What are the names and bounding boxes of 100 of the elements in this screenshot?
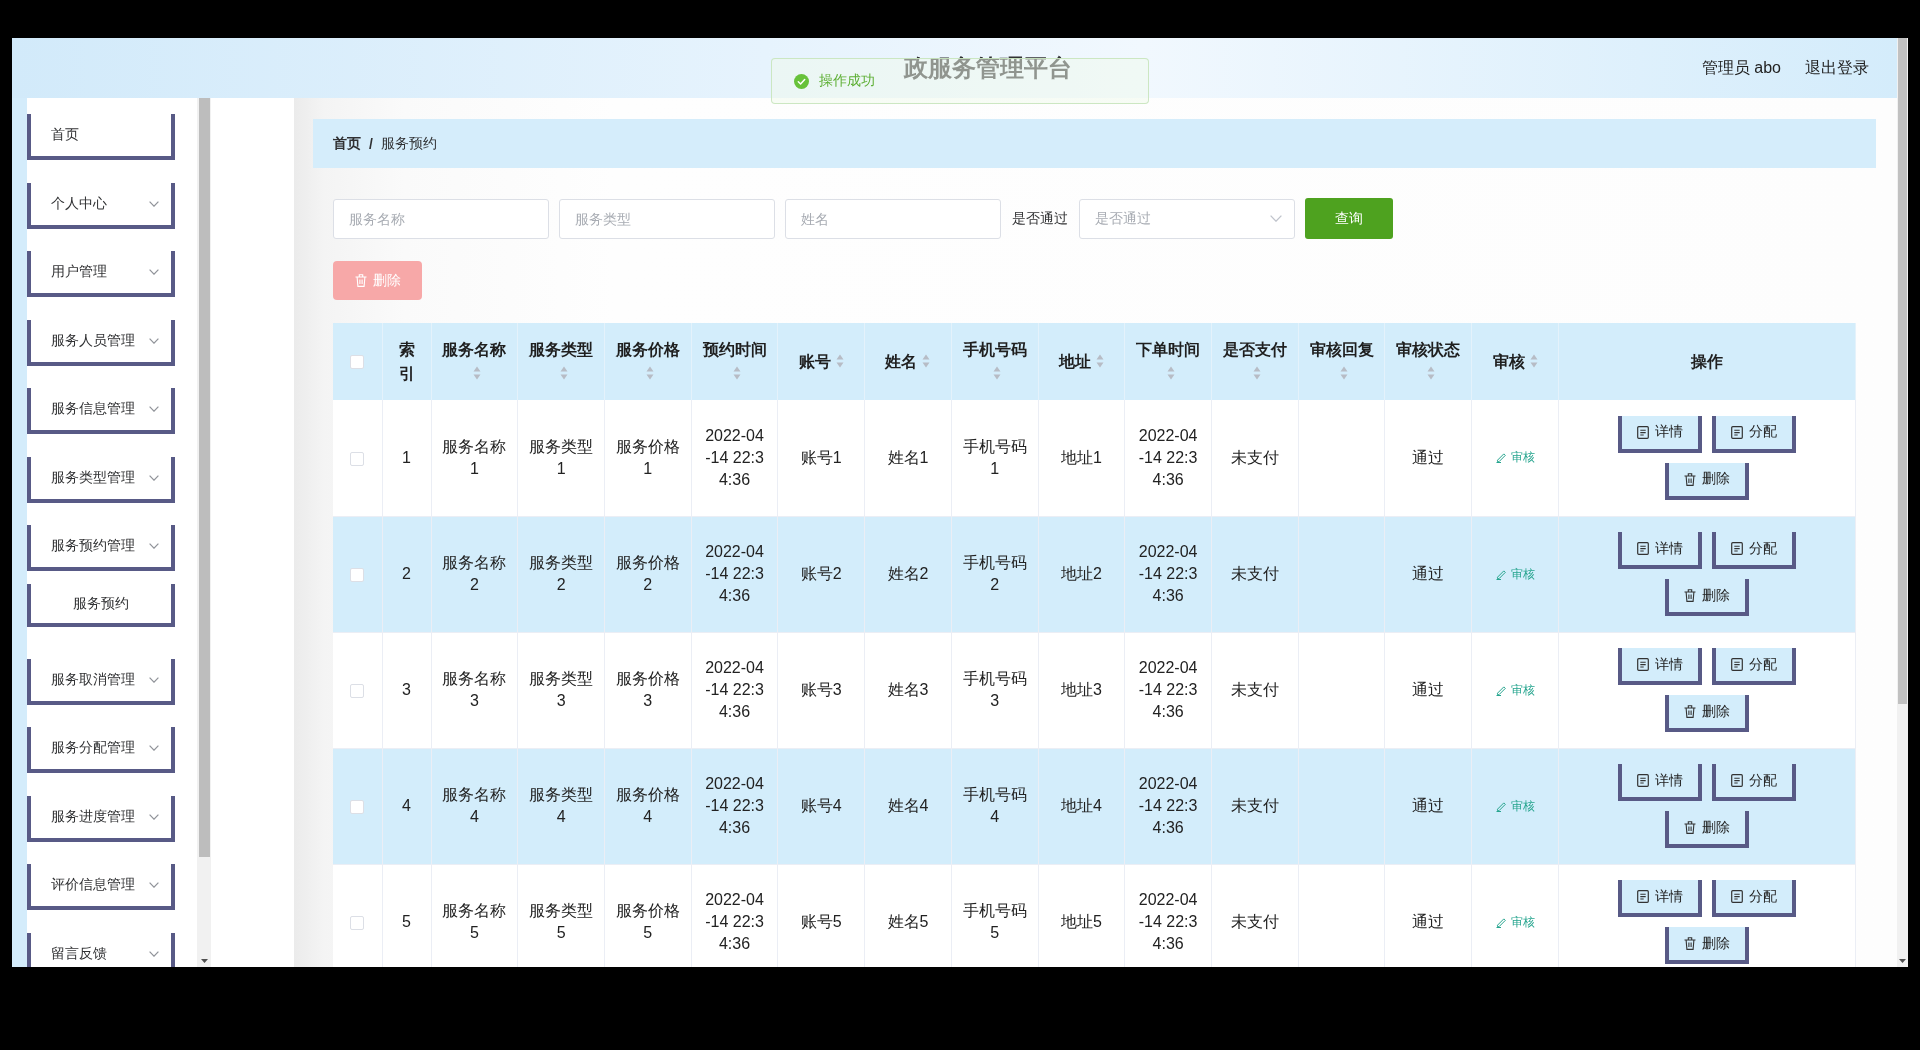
sort-icon[interactable] [559,365,568,380]
table-cell: 2022-04-14 22:34:36 [691,632,778,748]
sort-icon[interactable] [1529,353,1538,368]
trash-icon [1684,705,1696,718]
breadcrumb-link[interactable]: 首页 [333,134,361,153]
menu-item[interactable]: 服务进度管理 [27,795,175,842]
delete-button[interactable]: 删除 [1665,579,1749,616]
app-title: 政服务管理平台 [903,53,1072,83]
table-cell: 手机号码5 [951,864,1039,967]
assign-button[interactable]: 分配 [1712,648,1796,685]
table-cell: 服务类型4 [517,748,605,864]
table-cell: 服务类型5 [517,864,605,967]
sort-icon[interactable] [1340,365,1349,380]
menu-item[interactable]: 服务预约管理 [27,525,175,571]
table-cell: 1 [382,400,431,516]
table-cell: 2022-04-14 22:34:36 [691,400,778,516]
delete-button[interactable]: 删除 [1665,927,1749,964]
menu-item[interactable]: 服务类型管理 [27,456,175,503]
sort-icon[interactable] [922,353,931,368]
assign-button[interactable]: 分配 [1712,532,1796,569]
table-cell: 2022-04-14 22:34:36 [691,516,778,632]
sort-icon[interactable] [993,365,1002,380]
table-cell: 姓名4 [864,748,952,864]
trash-icon [1684,821,1696,834]
row-checkbox[interactable] [350,799,365,814]
scrollbar-thumb[interactable] [198,98,210,857]
scroll-down-arrow-icon[interactable] [200,959,208,963]
filter-label: 是否通过 [1012,209,1068,228]
table-cell: 地址4 [1038,748,1125,864]
search-field[interactable]: 姓名 [785,198,1001,239]
table-cell: 服务名称4 [431,748,518,864]
table-cell: 手机号码4 [951,748,1039,864]
table-cell: 姓名1 [864,400,952,516]
row-checkbox[interactable] [350,567,365,582]
menu-item[interactable]: 留言反馈 [27,932,175,967]
search-field[interactable]: 服务类型 [559,198,775,239]
sort-icon[interactable] [1166,365,1175,380]
delete-button[interactable]: 删除 [1665,462,1749,500]
table-cell: 服务名称5 [431,864,518,967]
delete-button[interactable]: 删除 [1665,811,1749,848]
table-cell: 姓名5 [864,864,952,967]
menu-item[interactable]: 服务人员管理 [27,319,175,366]
check-circle-icon [794,73,809,89]
delete-button[interactable]: 删除 [1665,695,1749,732]
menu-item[interactable]: 个人中心 [27,182,175,229]
chevron-down-icon [149,882,159,888]
menu-item[interactable]: 服务取消管理 [27,658,175,705]
row-checkbox[interactable] [350,451,365,466]
menu-item[interactable]: 服务信息管理 [27,388,175,434]
pencil-icon [1495,683,1507,696]
sort-icon[interactable] [1426,365,1435,380]
sort-icon[interactable] [733,365,741,380]
sort-icon[interactable] [1253,365,1262,380]
assign-button[interactable]: 分配 [1712,880,1796,917]
table-cell: 账号4 [777,748,865,864]
chevron-down-icon [149,200,159,207]
menu-item[interactable]: 评价信息管理 [27,864,175,910]
table-cell: 账号2 [777,516,865,632]
admin-username: 管理员 abo [1701,57,1781,78]
table-cell: 3 [382,632,431,748]
sort-icon[interactable] [835,353,844,368]
document-icon [1731,425,1743,439]
table-cell: 通过 [1384,632,1472,748]
table-cell: 姓名2 [864,516,952,632]
assign-button[interactable]: 分配 [1712,415,1796,453]
details-button[interactable]: 详情 [1618,415,1702,453]
chevron-down-icon [149,474,159,481]
scroll-down-arrow-icon[interactable] [1899,959,1906,963]
menu-item[interactable]: 服务分配管理 [27,727,175,773]
document-icon [1731,890,1743,903]
table-cell: 地址3 [1038,632,1125,748]
sort-icon[interactable] [472,365,481,380]
select-all-checkbox[interactable] [350,355,365,370]
table-cell: 通过 [1384,748,1472,864]
logout-link[interactable]: 退出登录 [1805,57,1869,79]
row-checkbox[interactable] [350,683,365,698]
document-icon [1637,425,1649,439]
assign-button[interactable]: 分配 [1712,764,1796,801]
row-checkbox[interactable] [350,915,365,930]
pencil-icon [1495,451,1507,464]
table-cell: 未支付 [1211,632,1299,748]
menu-item[interactable]: 首页 [27,114,175,160]
table-cell: 2022-04-14 22:34:36 [691,864,778,967]
sort-icon[interactable] [1095,353,1104,368]
details-button[interactable]: 详情 [1618,880,1702,917]
details-button[interactable]: 详情 [1618,764,1702,801]
menu-item[interactable]: 用户管理 [27,251,175,297]
breadcrumb-separator: / [369,135,373,152]
chevron-down-icon [149,676,159,683]
sort-icon[interactable] [646,365,655,380]
details-button[interactable]: 详情 [1618,648,1702,685]
submenu-item[interactable]: 服务预约 [27,584,175,627]
scrollbar-track[interactable] [1897,38,1908,967]
document-icon [1637,542,1649,555]
scrollbar-track[interactable] [197,98,211,967]
table-cell: 姓名3 [864,632,952,748]
search-field[interactable]: 服务名称 [333,198,549,239]
table-cell: 未支付 [1211,748,1299,864]
details-button[interactable]: 详情 [1618,532,1702,569]
scrollbar-thumb[interactable] [1898,38,1907,704]
